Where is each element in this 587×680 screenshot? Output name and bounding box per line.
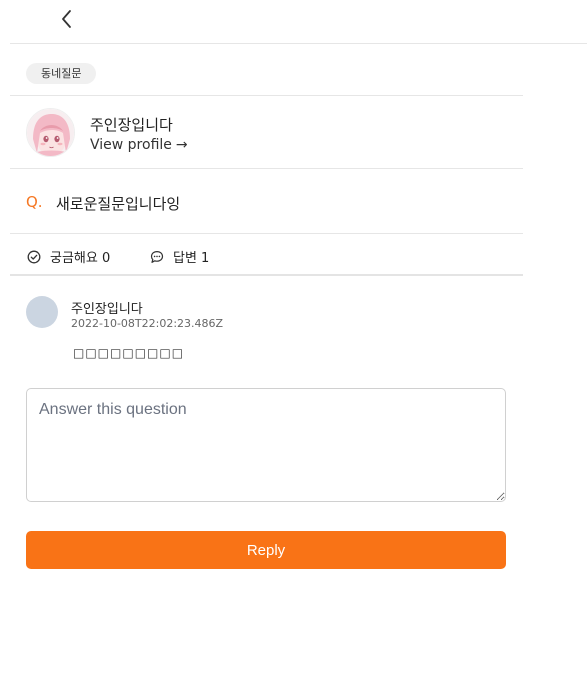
chat-bubble-icon [150, 250, 164, 264]
answer-input[interactable] [26, 388, 506, 502]
answers-count[interactable]: 답변 1 [150, 247, 209, 266]
answer-timestamp: 2022-10-08T22:02:23.486Z [71, 317, 224, 330]
answer-author-avatar[interactable] [26, 296, 58, 328]
top-bar [10, 0, 587, 44]
author-name: 주인장입니다 [90, 116, 173, 134]
reply-button[interactable]: Reply [26, 531, 506, 569]
curious-button[interactable]: 궁금해요 0 [27, 247, 110, 266]
check-circle-icon [27, 250, 41, 264]
question-row: Q. 새로운질문입니다잉 [10, 169, 523, 234]
answer-body: □□□□□□□□□ [73, 346, 185, 360]
category-row: 동네질문 [10, 44, 523, 96]
author-row: 주인장입니다 View profile → [10, 96, 523, 169]
stats-row: 궁금해요 0 답변 1 [10, 234, 523, 276]
back-button[interactable] [54, 6, 78, 32]
anime-avatar-image [27, 109, 74, 156]
author-avatar[interactable] [26, 108, 75, 157]
chevron-left-icon [62, 10, 71, 28]
view-profile-link[interactable]: View profile → [90, 137, 188, 153]
question-prefix: Q. [26, 193, 43, 211]
arrow-right-icon: → [175, 137, 188, 153]
answer-author-name: 주인장입니다 [71, 302, 143, 317]
question-detail: 동네질문 주인장입니다 View profile→ Q. 새로운질문입니다잉 [10, 44, 523, 276]
question-title: 새로운질문입니다잉 [56, 195, 181, 213]
answer-item: 주인장입니다 2022-10-08T22:02:23.486Z □□□□□□□□… [26, 295, 506, 365]
curious-count-label: 궁금해요 0 [50, 251, 111, 266]
answers-count-label: 답변 1 [173, 251, 210, 266]
view-profile-label: View profile [90, 137, 172, 153]
category-tag[interactable]: 동네질문 [26, 63, 97, 84]
